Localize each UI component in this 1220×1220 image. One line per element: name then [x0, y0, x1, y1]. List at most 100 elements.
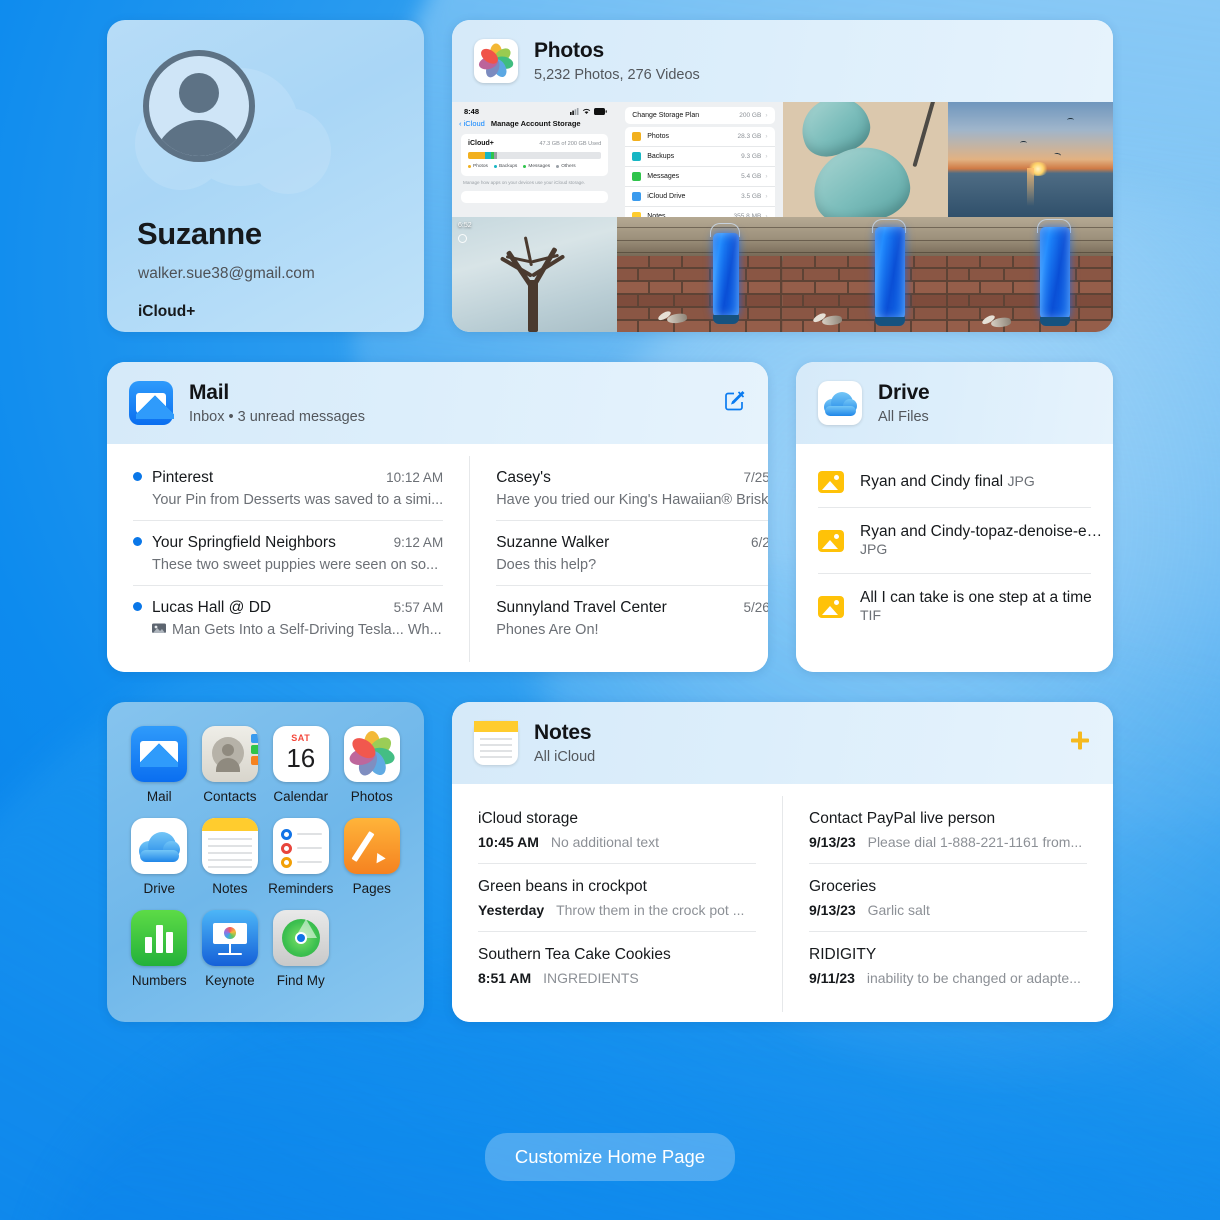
note-date: 9/13/23 [809, 902, 856, 918]
mail-sender: Your Springfield Neighbors [152, 534, 384, 552]
app-label: Photos [351, 789, 393, 804]
mail-list: Pinterest 10:12 AM Your Pin from Dessert… [107, 444, 768, 672]
screenshot-storage-row: Messages 5.4 GB› [625, 167, 774, 187]
app-label: Reminders [268, 881, 333, 896]
photo-thumbnail-winter-tree[interactable]: 6:52 [452, 217, 617, 332]
drive-file-row[interactable]: Ryan and Cindy final JPG [818, 456, 1091, 508]
app-label: Keynote [205, 973, 255, 988]
note-row[interactable]: RIDIGITY 9/11/23 inability to be changed… [809, 932, 1087, 999]
app-label: Calendar [273, 789, 328, 804]
note-row[interactable]: iCloud storage 10:45 AM No additional te… [478, 796, 756, 864]
calendar-day-name: SAT [273, 733, 329, 743]
screenshot-change-plan-label: Change Storage Plan [632, 112, 739, 119]
photos-widget[interactable]: Photos 5,232 Photos, 276 Videos 8:48 [452, 20, 1113, 332]
mail-app-icon [131, 726, 187, 782]
note-row[interactable]: Groceries 9/13/23 Garlic salt [809, 864, 1087, 932]
mail-row[interactable]: Pinterest 10:12 AM Your Pin from Dessert… [133, 456, 443, 521]
note-snippet: No additional text [551, 834, 659, 850]
note-row[interactable]: Southern Tea Cake Cookies 8:51 AM INGRED… [478, 932, 756, 999]
note-date: 10:45 AM [478, 834, 539, 850]
app-tile-find-my[interactable]: Find My [268, 910, 333, 988]
mail-sender: Sunnyland Travel Center [496, 599, 733, 617]
photos-app-icon [344, 726, 400, 782]
image-file-icon [818, 530, 844, 552]
app-tile-photos[interactable]: Photos [339, 726, 404, 804]
screenshot-clock: 8:48 [464, 107, 479, 116]
photos-widget-title: Photos [534, 39, 700, 63]
apps-grid: Mail Contacts SAT 16 [127, 726, 404, 988]
widget-row-2: Mail Inbox • 3 unread messages [107, 362, 1113, 672]
notes-widget-subtitle: All iCloud [534, 749, 595, 765]
profile-card[interactable]: Suzanne walker.sue38@gmail.com iCloud+ [107, 20, 424, 332]
plus-icon[interactable] [1069, 730, 1091, 757]
app-tile-numbers[interactable]: Numbers [127, 910, 192, 988]
photo-thumbnail-teal-bowls[interactable] [783, 102, 948, 217]
app-tile-pages[interactable]: Pages [339, 818, 404, 896]
drive-widget[interactable]: Drive All Files Ryan and Cindy final JPG [796, 362, 1113, 672]
screenshot-usage-bar [468, 152, 601, 159]
photo-thumbnail-hummingbird-feeder-1[interactable] [617, 217, 782, 332]
notes-column-left: iCloud storage 10:45 AM No additional te… [452, 796, 782, 1012]
mail-widget-title: Mail [189, 381, 365, 405]
mail-row[interactable]: Suzanne Walker 6/2/23 Does this help? [496, 521, 768, 586]
numbers-app-icon [131, 910, 187, 966]
mail-row[interactable]: Sunnyland Travel Center 5/26/23 Phones A… [496, 586, 768, 650]
mail-preview: These two sweet puppies were seen on so.… [152, 557, 438, 573]
app-tile-mail[interactable]: Mail [127, 726, 192, 804]
mail-time: 10:12 AM [386, 470, 443, 485]
profile-email: walker.sue38@gmail.com [138, 265, 315, 283]
mail-row[interactable]: Lucas Hall @ DD 5:57 AM Man Gets Into a … [133, 586, 443, 650]
messages-storage-icon [632, 172, 641, 181]
mail-widget[interactable]: Mail Inbox • 3 unread messages [107, 362, 768, 672]
screenshot-plan-label: iCloud+ [468, 140, 494, 147]
note-date: 9/13/23 [809, 834, 856, 850]
drive-file-row[interactable]: Ryan and Cindy-topaz-denoise-e… JPG [818, 508, 1091, 574]
widget-row-1: Suzanne walker.sue38@gmail.com iCloud+ [107, 20, 1113, 332]
apps-widget: Mail Contacts SAT 16 [107, 702, 424, 1022]
screenshot-nav-title: Manage Account Storage [491, 119, 581, 128]
notes-widget-header: Notes All iCloud [452, 702, 1113, 784]
live-photo-icon [458, 234, 467, 243]
notes-widget[interactable]: Notes All iCloud iCloud storage [452, 702, 1113, 1022]
screenshot-change-plan-value: 200 GB [739, 112, 761, 119]
avatar [143, 50, 255, 162]
app-label: Notes [212, 881, 247, 896]
mail-column-left: Pinterest 10:12 AM Your Pin from Dessert… [107, 456, 469, 662]
mail-preview: Does this help? [496, 557, 596, 573]
photo-thumbnail-icloud-settings[interactable]: 8:48 ‹ iCloud Manage Account Storage [452, 102, 617, 217]
footer: Customize Home Page [0, 1133, 1220, 1181]
backups-storage-icon [632, 152, 641, 161]
mail-column-right: Casey's 7/25/23 Have you tried our King'… [469, 456, 768, 662]
mail-preview: Phones Are On! [496, 622, 598, 638]
compose-icon[interactable] [724, 390, 746, 417]
image-file-icon [818, 471, 844, 493]
app-tile-reminders[interactable]: Reminders [268, 818, 333, 896]
app-tile-calendar[interactable]: SAT 16 Calendar [268, 726, 333, 804]
mail-row[interactable]: Your Springfield Neighbors 9:12 AM These… [133, 521, 443, 586]
photo-thumbnail-ocean-sunset[interactable] [948, 102, 1113, 217]
app-tile-contacts[interactable]: Contacts [198, 726, 263, 804]
app-tile-notes[interactable]: Notes [198, 818, 263, 896]
photo-thumbnail-hummingbird-feeder-2[interactable] [783, 217, 948, 332]
app-label: Drive [144, 881, 176, 896]
reminders-app-icon [273, 818, 329, 874]
drive-storage-icon [632, 192, 641, 201]
mail-sender: Suzanne Walker [496, 534, 741, 552]
mail-app-icon [129, 381, 173, 425]
app-tile-keynote[interactable]: Keynote [198, 910, 263, 988]
photo-thumbnail-hummingbird-feeder-3[interactable] [948, 217, 1113, 332]
mail-sender: Pinterest [152, 469, 376, 487]
note-title: Green beans in crockpot [478, 878, 756, 896]
note-row[interactable]: Contact PayPal live person 9/13/23 Pleas… [809, 796, 1087, 864]
profile-plan-badge: iCloud+ [138, 303, 195, 321]
drive-file-row[interactable]: All I can take is one step at a time TIF [818, 574, 1091, 639]
photos-widget-subtitle: 5,232 Photos, 276 Videos [534, 67, 700, 83]
note-row[interactable]: Green beans in crockpot Yesterday Throw … [478, 864, 756, 932]
screenshot-nav-bar: ‹ iCloud Manage Account Storage [452, 117, 617, 132]
screenshot-storage-row: Notes 355.8 MB› [625, 207, 774, 217]
customize-home-page-button[interactable]: Customize Home Page [485, 1133, 735, 1181]
app-tile-drive[interactable]: Drive [127, 818, 192, 896]
note-title: iCloud storage [478, 810, 756, 828]
photo-thumbnail-storage-list[interactable]: Change Storage Plan 200 GB › Photos 28.3… [617, 102, 782, 217]
mail-row[interactable]: Casey's 7/25/23 Have you tried our King'… [496, 456, 768, 521]
